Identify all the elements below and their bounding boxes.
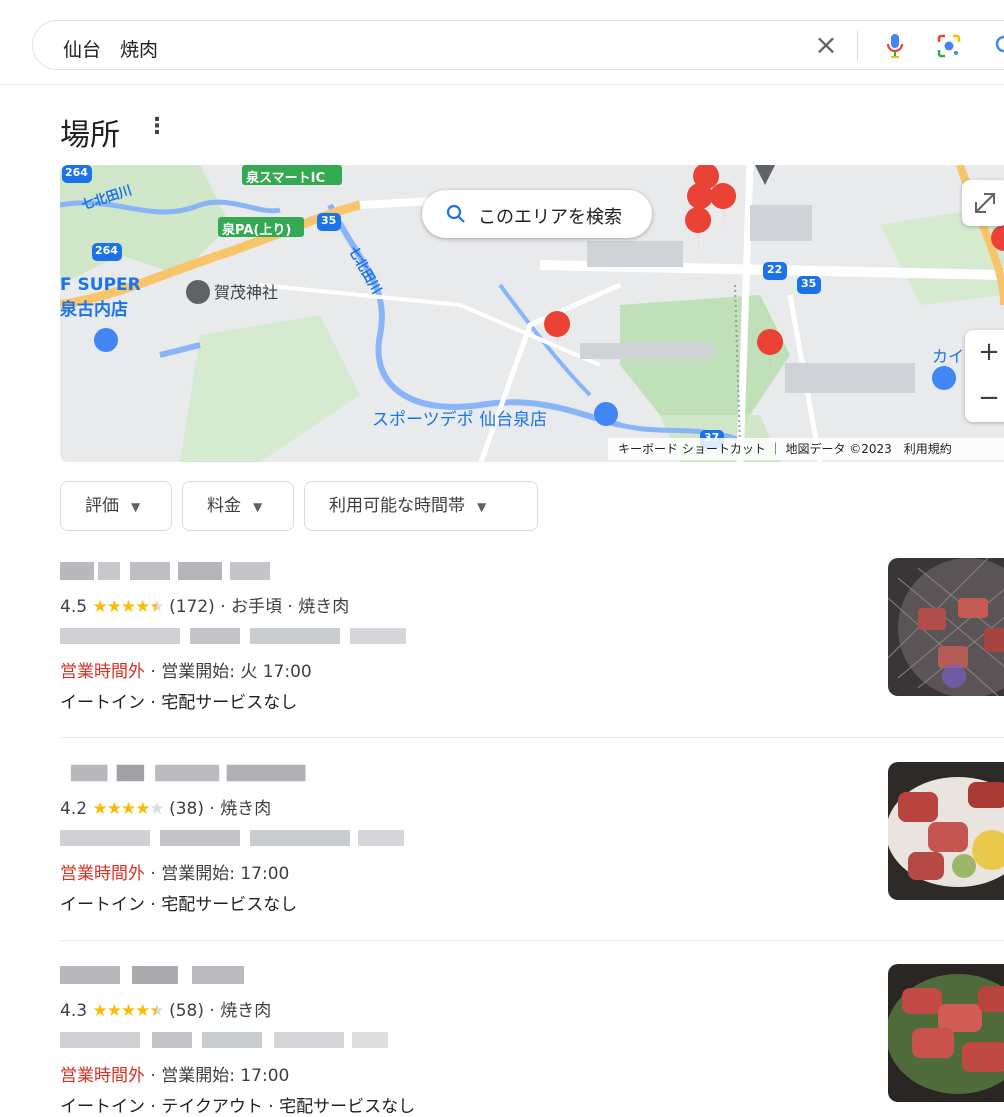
services-line: イートイン · 宅配サービスなし: [60, 895, 298, 915]
place-photo[interactable]: [888, 558, 1004, 696]
places-title: 場所: [60, 118, 120, 153]
place-meta: · お手頃 · 焼き肉: [220, 597, 350, 617]
map-label-pa: 泉PA(上り): [222, 223, 292, 238]
filter-rating[interactable]: 評価 ▼: [60, 481, 172, 531]
rating-value: 4.3: [60, 1001, 88, 1021]
hours-line: 営業時間外 · 営業開始: 火 17:00: [60, 657, 312, 682]
search-icon: [446, 204, 465, 223]
map[interactable]: 264 264 35 22 35 37 泉スマートIC 泉PA(上り) 七北田川…: [60, 165, 1004, 462]
filter-hours-label: 利用可能な時間帯: [329, 496, 465, 516]
hours-line: 営業時間外 · 営業開始: 17:00: [60, 859, 289, 884]
star-rating-icon: ★★★★★: [92, 799, 164, 819]
rating-line: 4.2 ★★★★★ (38) · 焼き肉: [60, 794, 271, 819]
place-meta: · 焼き肉: [209, 799, 272, 819]
map-label-route: 264: [65, 166, 88, 179]
star-rating-icon: ★★★★★: [92, 597, 164, 617]
map-label-super-branch: 泉古内店: [60, 300, 128, 320]
rating-line: 4.3 ★★★★★ (58) · 焼き肉: [60, 996, 271, 1021]
zoom-controls: + −: [965, 330, 1004, 422]
zoom-out-button[interactable]: −: [975, 378, 1003, 418]
expand-icon: [975, 193, 995, 213]
rating-value: 4.2: [60, 799, 88, 819]
star-rating-icon: ★★★★★: [92, 1001, 164, 1021]
map-label-route: 264: [95, 244, 118, 257]
filter-rating-label: 評価: [85, 496, 119, 516]
zoom-in-button[interactable]: +: [975, 332, 1003, 372]
status-closed: 営業時間外: [60, 864, 145, 884]
place-photo[interactable]: [888, 964, 1004, 1102]
place-name-redacted: [70, 764, 306, 782]
address-redacted: [60, 1032, 388, 1048]
search-divider: [857, 31, 858, 61]
place-name-redacted: [60, 966, 244, 984]
dropdown-icon: ▼: [131, 500, 141, 514]
place-result[interactable]: 4.2 ★★★★★ (38) · 焼き肉 営業時間外 · 営業開始: 17:00…: [60, 762, 1004, 915]
search-box[interactable]: 仙台 焼肉 ×: [32, 20, 1004, 70]
clear-icon[interactable]: ×: [811, 30, 841, 60]
more-options-icon[interactable]: ⋮: [146, 114, 168, 139]
filter-hours[interactable]: 利用可能な時間帯 ▼: [304, 481, 538, 531]
status-closed: 営業時間外: [60, 662, 145, 682]
result-divider: [60, 940, 1004, 941]
address-redacted: [60, 628, 406, 644]
services-line: イートイン · 宅配サービスなし: [60, 693, 298, 713]
search-header: 仙台 焼肉 ×: [0, 0, 1004, 85]
opening-hours: · 営業開始: 17:00: [145, 864, 290, 884]
filter-price[interactable]: 料金 ▼: [182, 481, 294, 531]
expand-map-button[interactable]: [962, 180, 1004, 226]
map-label-route: 35: [801, 277, 817, 290]
search-this-area-button[interactable]: このエリアを検索: [422, 190, 652, 238]
hours-line: 営業時間外 · 営業開始: 17:00: [60, 1061, 289, 1086]
review-count: (38): [169, 799, 204, 819]
address-redacted: [60, 830, 404, 846]
map-label-sports-depo: スポーツデポ 仙台泉店: [372, 410, 548, 430]
lens-icon[interactable]: [936, 33, 962, 59]
rating-value: 4.5: [60, 597, 88, 617]
status-closed: 営業時間外: [60, 1066, 145, 1086]
place-result[interactable]: 4.3 ★★★★★ (58) · 焼き肉 営業時間外 · 営業開始: 17:00…: [60, 964, 1004, 1117]
map-label-route: 22: [767, 263, 783, 276]
map-attribution[interactable]: キーボード ショートカット ｜ 地図データ ©2023 利用規約: [608, 438, 1004, 460]
map-label-smart-ic: 泉スマートIC: [246, 171, 325, 186]
microphone-icon[interactable]: [883, 32, 907, 60]
services-line: イートイン · テイクアウト · 宅配サービスなし: [60, 1097, 416, 1117]
review-count: (172): [169, 597, 215, 617]
result-divider: [60, 737, 1004, 738]
map-label-route: 35: [321, 214, 337, 227]
place-meta: · 焼き肉: [209, 1001, 272, 1021]
map-label-shrine: 賀茂神社: [214, 283, 279, 302]
filter-price-label: 料金: [207, 496, 241, 516]
opening-hours: · 営業開始: 火 17:00: [145, 662, 312, 682]
search-input[interactable]: 仙台 焼肉: [63, 35, 158, 62]
dropdown-icon: ▼: [253, 500, 263, 514]
review-count: (58): [169, 1001, 204, 1021]
place-photo[interactable]: [888, 762, 1004, 900]
opening-hours: · 営業開始: 17:00: [145, 1066, 290, 1086]
dropdown-icon: ▼: [477, 500, 487, 514]
rating-line: 4.5 ★★★★★ (172) · お手頃 · 焼き肉: [60, 592, 349, 617]
search-this-area-label: このエリアを検索: [478, 207, 622, 228]
map-label-super: F SUPER: [60, 275, 141, 295]
search-icon[interactable]: [993, 33, 1004, 59]
place-result[interactable]: 4.5 ★★★★★ (172) · お手頃 · 焼き肉 営業時間外 · 営業開始…: [60, 558, 1004, 713]
place-name-redacted: [60, 562, 270, 580]
